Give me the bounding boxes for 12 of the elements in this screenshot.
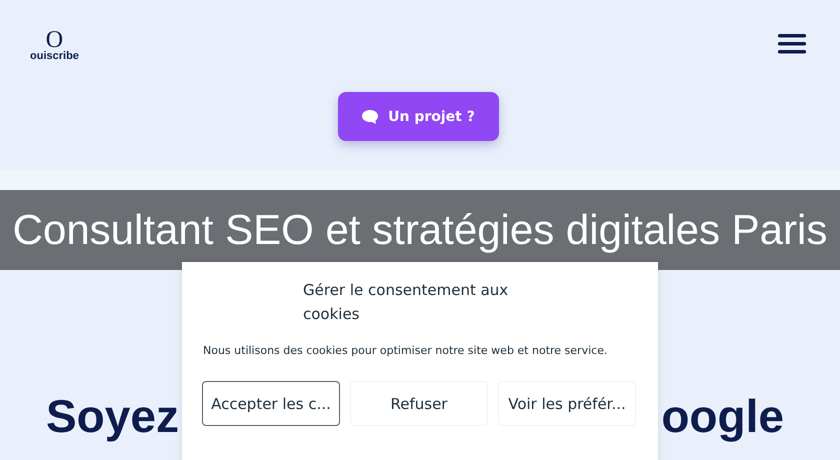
project-button[interactable]: Un projet ? bbox=[338, 92, 498, 141]
speech-bubble-icon bbox=[361, 108, 380, 124]
hero-heading: oogle bbox=[661, 389, 784, 444]
hero-heading: Soyez bbox=[46, 389, 179, 444]
cookie-button[interactable]: Refuser bbox=[350, 381, 488, 426]
banner-title: Consultant SEO et stratégies digitales Paris bbox=[12, 206, 828, 254]
dialog-text: Nous utilisons des cookies pour optimiser notre site web et notre service. bbox=[203, 344, 608, 357]
dialog-title: Gérer le consentement aux cookies bbox=[303, 280, 510, 325]
menu-icon[interactable] bbox=[778, 33, 806, 55]
logo[interactable]: O ouiscribe bbox=[30, 30, 79, 62]
cookie-button[interactable]: Accepter les c... bbox=[202, 381, 340, 426]
cookie-button[interactable]: Voir les préfér... bbox=[498, 381, 636, 426]
